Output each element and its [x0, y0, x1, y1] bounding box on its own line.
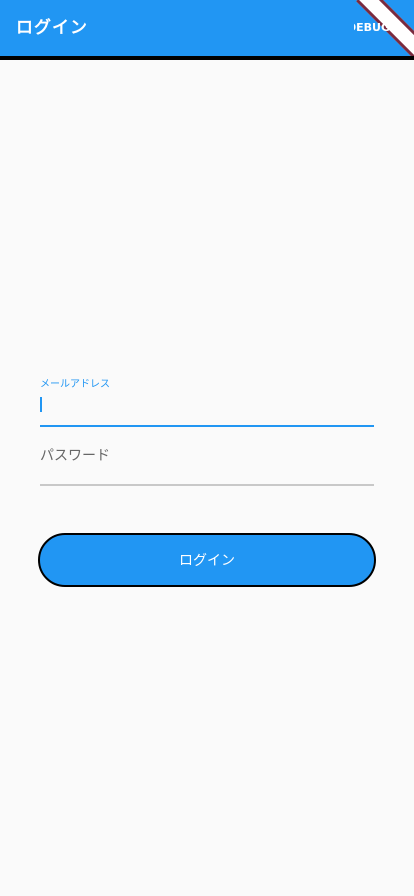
- password-field-hint: パスワード: [40, 448, 110, 464]
- text-cursor: [40, 397, 42, 412]
- password-field[interactable]: パスワード: [40, 427, 374, 486]
- login-form: メールアドレス パスワード: [40, 370, 374, 486]
- app-title: ログイン: [16, 18, 88, 38]
- email-field-label: メールアドレス: [40, 379, 110, 390]
- app-bar: ログイン DEBUG: [0, 0, 414, 60]
- login-button[interactable]: ログイン: [38, 533, 376, 587]
- email-field[interactable]: メールアドレス: [40, 370, 374, 427]
- debug-banner: DEBUG: [354, 0, 414, 56]
- password-field-underline: [40, 484, 374, 486]
- debug-banner-label: DEBUG: [354, 21, 390, 34]
